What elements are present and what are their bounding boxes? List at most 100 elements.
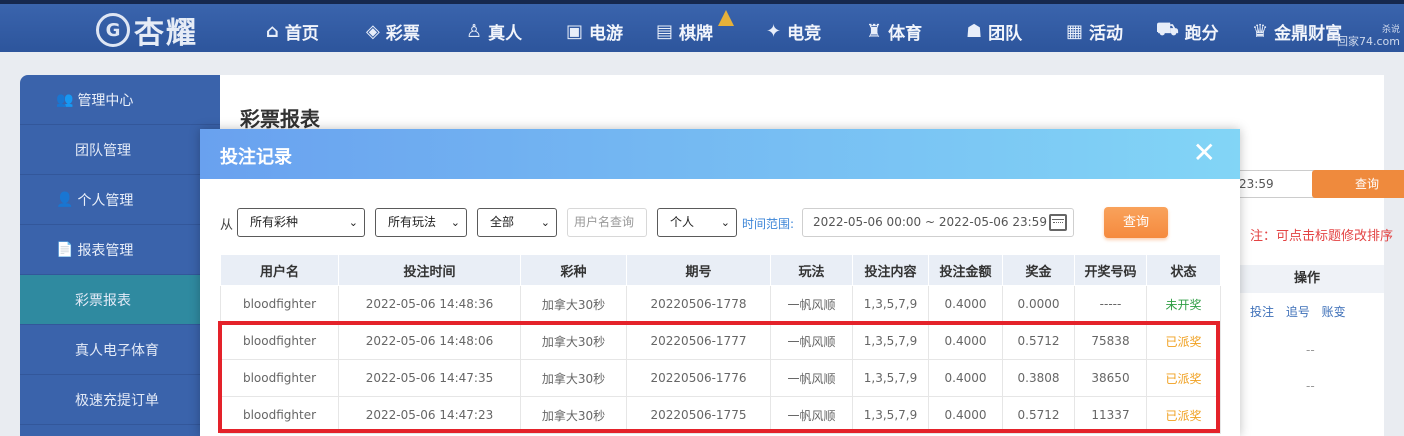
watermark: 杀说 回家74.com [1316, 24, 1400, 52]
cell-prize: 0.3808 [1002, 359, 1075, 397]
play-select[interactable]: 所有玩法 ⌄ [375, 208, 467, 237]
sidebar-item-management-center[interactable]: 👥 管理中心 [20, 75, 220, 125]
row-ops-links[interactable]: 投注 追号 账变 [1250, 303, 1346, 320]
sidebar-item-lottery-report[interactable]: 彩票报表 [20, 275, 220, 325]
nav-item-label: 首页 [284, 23, 319, 44]
page-title: 彩票报表 [240, 107, 320, 131]
nav-item-activity[interactable]: ▦ 活动 [1066, 16, 1123, 46]
live-icon: ♙ [466, 20, 483, 42]
cell-time: 2022-05-06 14:48:06 [338, 322, 521, 360]
sidebar-item-report-management[interactable]: 📄 报表管理 [20, 225, 220, 275]
hot-badge-icon [718, 10, 734, 26]
nav-item-paofen[interactable]: ⛟ 跑分 [1156, 16, 1219, 46]
sidebar-item-fast-deposit[interactable]: 极速充提订单 [20, 375, 220, 425]
nav-item-label: 活动 [1089, 23, 1124, 44]
chevron-down-icon: ⌄ [450, 216, 460, 229]
column-header[interactable]: 彩种 [520, 254, 627, 286]
nav-item-esports[interactable]: ✦ 电竞 [766, 16, 821, 46]
cell-play: 一帆风顺 [770, 396, 853, 434]
cell-issue: 20220506-1777 [626, 322, 771, 360]
time-range-input[interactable]: 2022-05-06 00:00 ~ 2022-05-06 23:59 [802, 208, 1074, 237]
site-logo[interactable]: G 杏耀 [96, 8, 198, 52]
cell-lottery: 加拿大30秒 [520, 322, 627, 360]
sidebar-item-personal-management[interactable]: 👤 个人管理 [20, 175, 220, 225]
status-badge: 已派奖 [1146, 322, 1221, 360]
column-header[interactable]: 投注金额 [928, 254, 1003, 286]
nav-item-sports[interactable]: ♜ 体育 [866, 16, 922, 46]
query-button[interactable]: 查询 [1104, 207, 1168, 238]
cell-prize: 0.5712 [1002, 396, 1075, 434]
nav-item-label: 体育 [888, 23, 923, 44]
lottery-select[interactable]: 所有彩种 ⌄ [237, 208, 365, 237]
logo-mark: G [96, 13, 130, 47]
sidebar-item-label: 报表管理 [77, 242, 134, 259]
chevron-down-icon: ⌄ [540, 216, 550, 229]
cell-time: 2022-05-06 14:47:35 [338, 359, 521, 397]
cell-user: bloodfighter [220, 359, 339, 397]
scope-select[interactable]: 个人 ⌄ [657, 208, 737, 237]
cell-play: 一帆风顺 [770, 285, 853, 323]
home-icon: ⌂ [266, 20, 279, 42]
nav-item-slots[interactable]: ▣ 电游 [566, 16, 623, 46]
modal-header: 投注记录 ✕ [200, 129, 1240, 179]
sidebar-item-team-management[interactable]: 团队管理 [20, 125, 220, 175]
nav-item-chess[interactable]: ▤ 棋牌 [656, 16, 713, 46]
cell-lottery: 加拿大30秒 [520, 285, 627, 323]
cell-issue: 20220506-1778 [626, 285, 771, 323]
logo-text: 杏耀 [134, 16, 198, 51]
status-badge: 未开奖 [1146, 285, 1221, 323]
nav-item-live[interactable]: ♙ 真人 [466, 16, 522, 46]
cell-draw: 75838 [1074, 322, 1147, 360]
watermark-site: 回家74.com [1337, 35, 1400, 48]
empty-cell: -- [1306, 379, 1315, 393]
status-select[interactable]: 全部 ⌄ [477, 208, 557, 237]
cell-content: 1,3,5,7,9 [852, 285, 929, 323]
cell-lottery: 加拿大30秒 [520, 359, 627, 397]
nav-item-label: 跑分 [1184, 23, 1219, 44]
cell-time: 2022-05-06 14:47:23 [338, 396, 521, 434]
column-header[interactable]: 玩法 [770, 254, 853, 286]
report-icon: 📄 [56, 241, 74, 258]
from-label: 从 [220, 218, 234, 233]
cell-time: 2022-05-06 14:48:36 [338, 285, 521, 323]
username-placeholder: 用户名查询 [574, 215, 635, 229]
cell-lottery: 加拿大30秒 [520, 396, 627, 434]
column-header[interactable]: 投注时间 [338, 254, 521, 286]
page-query-button[interactable]: 查询 [1312, 170, 1404, 198]
nav-item-lottery[interactable]: ◈ 彩票 [366, 16, 420, 46]
calendar-icon[interactable] [1049, 214, 1067, 231]
chess-icon: ▤ [656, 20, 674, 42]
status-badge: 已派奖 [1146, 359, 1221, 397]
column-header[interactable]: 投注内容 [852, 254, 929, 286]
cell-content: 1,3,5,7,9 [852, 359, 929, 397]
cell-amount: 0.4000 [928, 396, 1003, 434]
cell-play: 一帆风顺 [770, 359, 853, 397]
cell-amount: 0.4000 [928, 285, 1003, 323]
close-icon[interactable]: ✕ [1193, 139, 1216, 167]
cell-content: 1,3,5,7,9 [852, 396, 929, 434]
car-icon: ⛟ [1156, 19, 1179, 40]
crown-icon: ♛ [1252, 20, 1269, 42]
column-header[interactable]: 用户名 [220, 254, 339, 286]
column-header[interactable]: 开奖号码 [1074, 254, 1147, 286]
team-icon: ☗ [966, 20, 983, 42]
gift-icon: ▦ [1066, 20, 1084, 42]
nav-item-home[interactable]: ⌂ 首页 [266, 16, 319, 46]
table-header-row: 用户名 投注时间 彩种 期号 玩法 投注内容 投注金额 奖金 开奖号码 状态 [220, 254, 1221, 286]
nav-item-label: 棋牌 [679, 23, 714, 44]
chevron-down-icon: ⌄ [720, 216, 730, 229]
column-header[interactable]: 期号 [626, 254, 771, 286]
sort-note: 注：可点击标题修改排序 [1250, 229, 1394, 244]
column-header[interactable]: 奖金 [1002, 254, 1075, 286]
cell-play: 一帆风顺 [770, 322, 853, 360]
bet-records-table: 用户名 投注时间 彩种 期号 玩法 投注内容 投注金额 奖金 开奖号码 状态 b… [220, 254, 1221, 434]
sidebar-item-label: 管理中心 [77, 92, 134, 109]
table-row: bloodfighter 2022-05-06 14:47:35 加拿大30秒 … [220, 359, 1221, 397]
column-header[interactable]: 状态 [1146, 254, 1221, 286]
nav-item-team[interactable]: ☗ 团队 [966, 16, 1022, 46]
cell-amount: 0.4000 [928, 322, 1003, 360]
cell-content: 1,3,5,7,9 [852, 322, 929, 360]
username-input[interactable]: 用户名查询 [567, 208, 647, 237]
cell-draw: 38650 [1074, 359, 1147, 397]
sidebar-item-live-sports[interactable]: 真人电子体育 [20, 325, 220, 375]
